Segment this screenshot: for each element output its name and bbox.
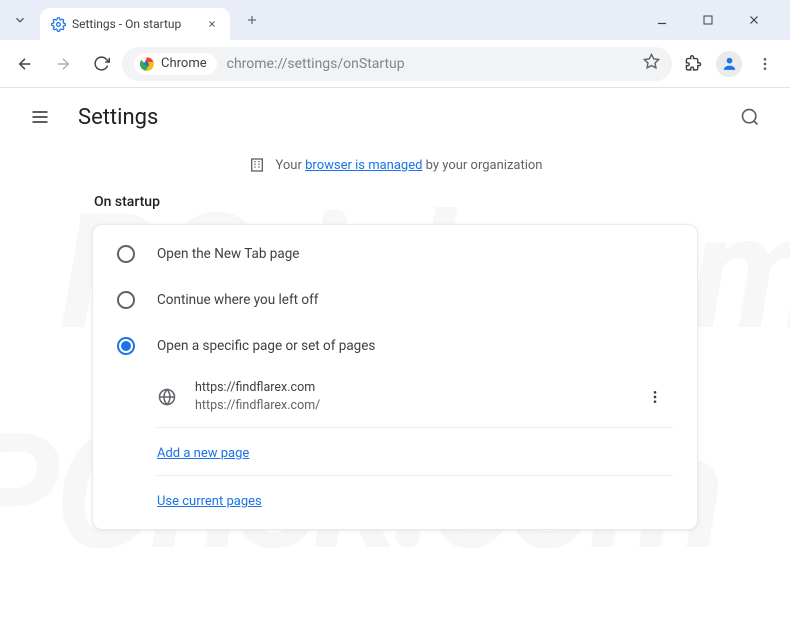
globe-icon [157, 387, 177, 407]
radio-icon [117, 245, 135, 263]
menu-button[interactable] [748, 47, 782, 81]
back-button[interactable] [8, 47, 42, 81]
page-info: https://findflarex.com https://findflare… [195, 380, 619, 415]
tab-search-button[interactable] [8, 8, 32, 32]
option-label: Open a specific page or set of pages [157, 338, 375, 354]
browser-toolbar: Chrome chrome://settings/onStartup [0, 40, 790, 88]
use-current-link[interactable]: Use current pages [157, 494, 262, 509]
close-window-button[interactable] [740, 6, 768, 34]
settings-header: Settings [0, 88, 790, 146]
reload-button[interactable] [84, 47, 118, 81]
managed-link[interactable]: browser is managed [305, 158, 422, 173]
extensions-button[interactable] [676, 47, 710, 81]
page-url-text: https://findflarex.com/ [195, 398, 619, 415]
add-page-row: Add a new page [157, 428, 673, 476]
chrome-icon [139, 56, 155, 72]
settings-content: On startup Open the New Tab page Continu… [0, 194, 790, 530]
profile-avatar-button[interactable] [716, 51, 742, 77]
pages-subpanel: https://findflarex.com https://findflare… [93, 369, 697, 523]
forward-button[interactable] [46, 47, 80, 81]
titlebar: Settings - On startup [0, 0, 790, 40]
new-tab-button[interactable] [238, 6, 266, 34]
minimize-button[interactable] [648, 6, 676, 34]
radio-icon [117, 337, 135, 355]
building-icon [248, 156, 266, 174]
option-continue[interactable]: Continue where you left off [93, 277, 697, 323]
tab-title: Settings - On startup [72, 17, 198, 31]
option-label: Open the New Tab page [157, 246, 299, 262]
radio-icon [117, 291, 135, 309]
startup-page-row: https://findflarex.com https://findflare… [157, 369, 673, 428]
tab-close-button[interactable] [204, 16, 220, 32]
hamburger-menu-button[interactable] [20, 97, 60, 137]
option-label: Continue where you left off [157, 292, 319, 308]
url-text: chrome://settings/onStartup [227, 56, 633, 72]
option-new-tab[interactable]: Open the New Tab page [93, 231, 697, 277]
address-bar[interactable]: Chrome chrome://settings/onStartup [122, 47, 672, 81]
use-current-row: Use current pages [157, 476, 673, 523]
bookmark-button[interactable] [643, 53, 660, 74]
site-chip[interactable]: Chrome [134, 53, 217, 75]
managed-banner: Your browser is managed by your organiza… [0, 146, 790, 188]
window-controls [648, 6, 782, 34]
chip-label: Chrome [161, 56, 207, 71]
option-specific-pages[interactable]: Open a specific page or set of pages [93, 323, 697, 369]
add-page-link[interactable]: Add a new page [157, 446, 249, 461]
page-title-text: https://findflarex.com [195, 380, 619, 397]
startup-card: Open the New Tab page Continue where you… [92, 224, 698, 530]
page-title: Settings [78, 105, 158, 130]
search-settings-button[interactable] [730, 97, 770, 137]
maximize-button[interactable] [694, 6, 722, 34]
tab-favicon-icon [50, 16, 66, 32]
managed-text: Your browser is managed by your organiza… [276, 158, 543, 173]
page-more-button[interactable] [637, 379, 673, 415]
section-heading: On startup [94, 194, 698, 210]
browser-tab[interactable]: Settings - On startup [40, 8, 230, 40]
